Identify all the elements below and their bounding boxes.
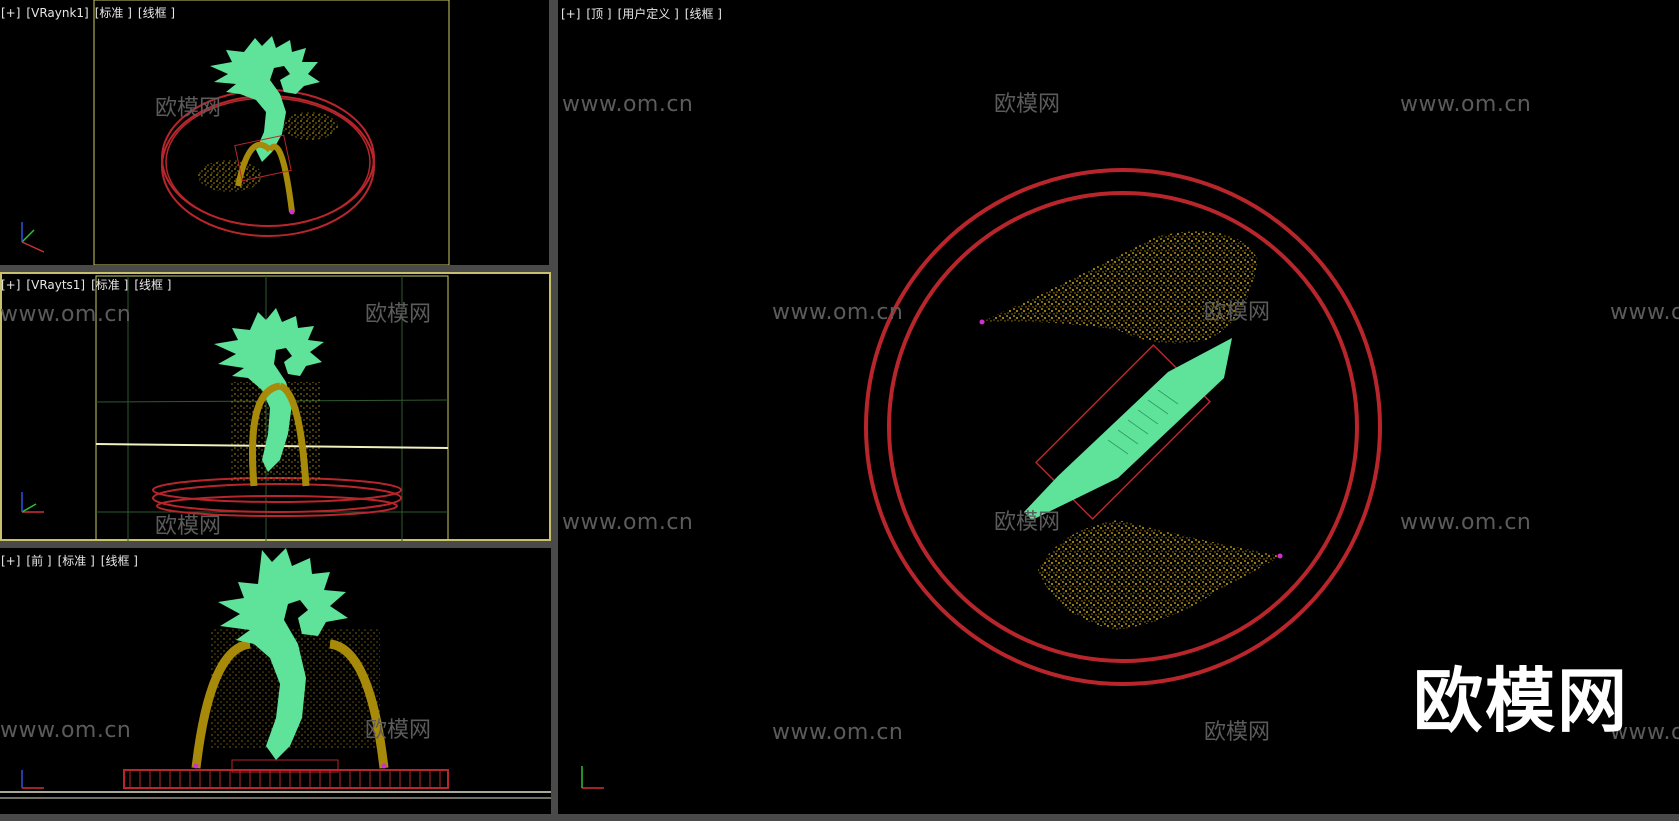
spray-plume-upper: [982, 231, 1258, 344]
spray-left: [198, 160, 262, 192]
camera-viewport-scene: [21, 0, 450, 265]
watermark-url: www.om.cn: [0, 302, 132, 327]
watermark-cn: 欧模网: [994, 510, 1061, 535]
viewport-camera-name[interactable]: [VRaynk1]: [26, 6, 88, 20]
viewport-front-camera[interactable]: [+] [VRayts1] [标准 ] [线框 ] www.om.cn 欧模网 欧模网: [0, 272, 551, 541]
watermark-cn: 欧模网: [994, 92, 1061, 117]
emitter-point: [1277, 553, 1283, 559]
axis-tripod: [21, 222, 45, 253]
emitter-point: [381, 763, 387, 769]
watermark-url: www.om.cn: [772, 720, 904, 745]
watermark-url: www.om.cn: [1400, 92, 1532, 117]
watermark-url: www.om.cn: [772, 300, 904, 325]
viewport-render-mode[interactable]: [标准 ]: [58, 554, 95, 568]
viewport-label: [+] [VRaynk1] [标准 ] [线框 ]: [1, 4, 181, 21]
fountain-basin: [123, 759, 449, 789]
viewport-view-name[interactable]: [顶 ]: [586, 7, 611, 21]
spray-right: [282, 112, 338, 140]
watermark-cn: 欧模网: [1204, 300, 1271, 325]
viewport-label: [+] [顶 ] [用户定义 ] [线框 ]: [561, 5, 728, 22]
watermark-url: www.o: [1610, 300, 1679, 325]
viewport-maximize-menu[interactable]: [+]: [1, 278, 20, 292]
emitter-point: [979, 319, 985, 325]
viewport-view-name[interactable]: [前 ]: [26, 554, 51, 568]
viewport-camera[interactable]: [+] [VRaynk1] [标准 ] [线框 ] 欧模网: [0, 0, 549, 265]
brand-logo: 欧模网: [1413, 660, 1629, 742]
watermark-url: www.om.cn: [562, 92, 694, 117]
viewport-camera-name[interactable]: [VRayts1]: [26, 278, 85, 292]
viewport-label: [+] [前 ] [标准 ] [线框 ]: [1, 552, 144, 569]
viewport-maximize-menu[interactable]: [+]: [561, 7, 580, 21]
viewport-shading-mode[interactable]: [线框 ]: [101, 554, 138, 568]
watermark-cn: 欧模网: [155, 96, 222, 121]
emitter-point: [193, 763, 199, 769]
viewport-render-mode[interactable]: [用户定义 ]: [618, 7, 679, 21]
watermark-url: www.om.cn: [0, 718, 132, 743]
viewport-label: [+] [VRayts1] [标准 ] [线框 ]: [1, 276, 178, 293]
seahorse-sculpture-top: [1024, 338, 1232, 520]
axis-tripod: [21, 770, 44, 789]
axis-tripod: [581, 766, 604, 789]
watermark-cn: 欧模网: [365, 302, 432, 327]
viewport-maximize-menu[interactable]: [+]: [1, 554, 20, 568]
spray-plume-lower: [1038, 520, 1280, 630]
viewport-shading-mode[interactable]: [线框 ]: [685, 7, 722, 21]
emitter-point: [289, 209, 295, 215]
viewport-render-mode[interactable]: [标准 ]: [91, 278, 128, 292]
viewport-front[interactable]: [+] [前 ] [标准 ] [线框 ] www.om.cn 欧模网: [0, 548, 551, 814]
axis-tripod: [21, 492, 44, 513]
watermark-cn: 欧模网: [1204, 720, 1271, 745]
viewport-shading-mode[interactable]: [线框 ]: [138, 6, 175, 20]
watermark-url: www.om.cn: [562, 510, 694, 535]
watermark-url: www.om.cn: [1400, 510, 1532, 535]
viewport-render-mode[interactable]: [标准 ]: [95, 6, 132, 20]
watermark-cn: 欧模网: [155, 514, 222, 539]
front-viewport-scene: [0, 548, 551, 799]
viewport-maximize-menu[interactable]: [+]: [1, 6, 20, 20]
viewport-shading-mode[interactable]: [线框 ]: [134, 278, 171, 292]
watermark-cn: 欧模网: [365, 718, 432, 743]
